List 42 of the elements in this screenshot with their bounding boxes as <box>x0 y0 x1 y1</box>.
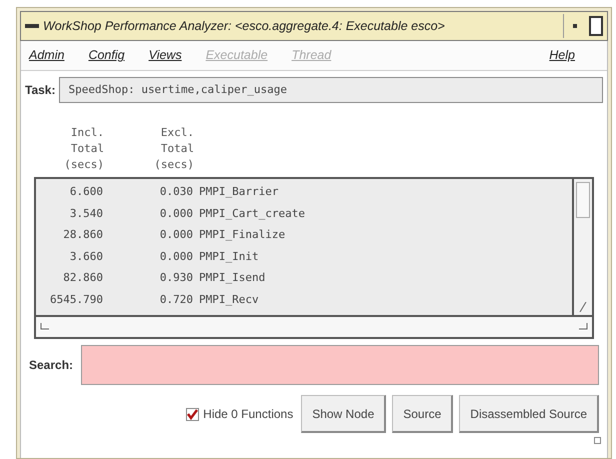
column-header: Excl. Total (secs) <box>153 125 194 173</box>
resize-icon <box>40 323 50 331</box>
table-cell-text: 6545.790 <box>49 292 103 308</box>
table-cell-text: 0.720 <box>158 292 193 308</box>
table-cell-text: 0.030 <box>158 184 193 200</box>
menu-item[interactable]: Admin <box>29 46 64 65</box>
action-button[interactable]: Source <box>392 395 454 433</box>
table-cell-text: 82.860 <box>62 270 103 286</box>
action-button[interactable]: Show Node <box>301 395 386 433</box>
menu-item[interactable]: Views <box>148 46 182 65</box>
table-cell-text: 3.660 <box>68 248 103 264</box>
table-cell-text: PMPI_Recv <box>199 292 259 308</box>
column-header: Incl. Total (secs) <box>63 125 104 173</box>
table-cell-text: 0.930 <box>158 270 193 286</box>
table-cell-text: PMPI_Cart_create <box>199 206 305 222</box>
table-cell-text: PMPI_Finalize <box>199 227 286 243</box>
task-label: Task: <box>25 82 56 99</box>
resize-icon <box>578 323 588 331</box>
table-cell-text: PMPI_Barrier <box>199 184 278 200</box>
task-field[interactable]: SpeedShop: usertime,caliper_usage <box>59 77 603 103</box>
scroll-thumb[interactable] <box>576 182 590 218</box>
table-cell-text: 6.600 <box>68 184 103 200</box>
resize-grip[interactable] <box>594 437 601 444</box>
action-button[interactable]: Disassembled Source <box>459 395 599 433</box>
maximize-button[interactable] <box>589 16 603 36</box>
table-cell-text: 3.540 <box>68 206 103 222</box>
horizontal-scrollbar[interactable] <box>34 317 594 339</box>
window-title: WorkShop Performance Analyzer: <esco.aggregate.4: Executable esco> <box>43 18 446 35</box>
table-cell-text: PMPI_Isend <box>199 270 266 286</box>
search-field[interactable] <box>81 345 599 385</box>
table-cell-text: PMPI_Init <box>199 248 259 265</box>
table-cell-text: 0.000 <box>158 248 193 264</box>
checkbox[interactable] <box>186 408 200 420</box>
menu-item[interactable]: Config <box>88 46 125 65</box>
menu-item[interactable]: Help <box>549 46 575 65</box>
resize-icon <box>579 302 587 312</box>
vertical-scrollbar[interactable] <box>572 179 592 315</box>
search-label: Search: <box>29 357 74 374</box>
checkbox-label: Hide 0 Functions <box>203 406 294 423</box>
table-cell-text: 0.000 <box>158 206 193 222</box>
table-cell-text: 28.860 <box>62 227 103 243</box>
table-cell-text: 0.000 <box>158 227 193 243</box>
